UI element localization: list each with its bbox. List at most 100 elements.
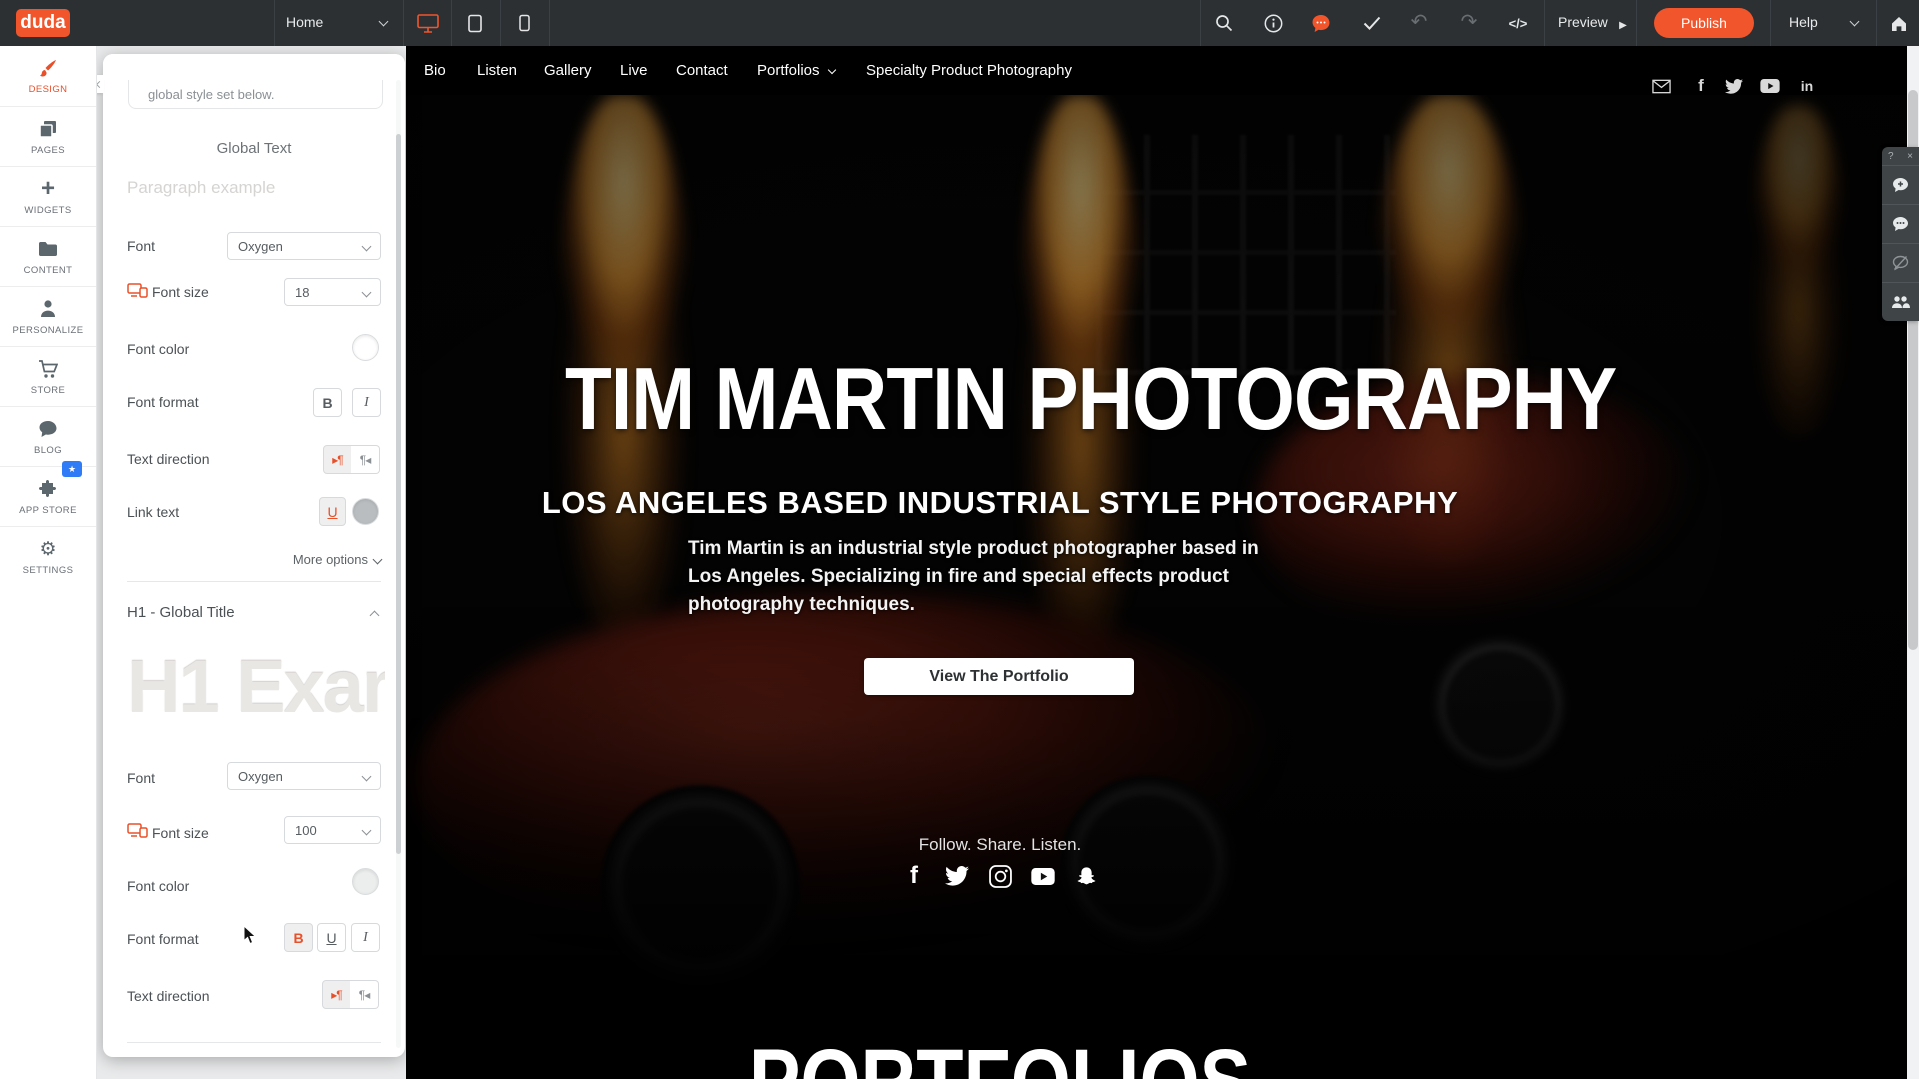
h1-font-select[interactable]: Oxygen [227,762,381,790]
h1-underline-button[interactable]: U [317,923,346,952]
site-nav-specialty[interactable]: Specialty Product Photography [866,62,1072,79]
new-badge: ★ [62,461,82,477]
sidebar-item-pages[interactable]: PAGES [0,106,96,167]
follow-share-listen-text: Follow. Share. Listen. [500,835,1500,855]
duda-editor: Bio Listen Gallery Live Contact Portfoli… [0,0,1919,1079]
editor-sidebar: DESIGN PAGES + WIDGETS CONTENT PERSONALI… [0,46,97,1079]
global-design-panel: global style set below. GLOBAL DESIGN ? … [103,54,405,1057]
sidebar-item-store[interactable]: STORE [0,346,96,407]
youtube-icon[interactable] [1030,863,1056,889]
h1-bold-button[interactable]: B [284,923,313,952]
divider [1770,0,1771,46]
h1-example-preview: H1 Example [127,644,385,729]
panel-header [103,54,405,80]
toolbar-help-icon[interactable]: ? [1888,151,1894,162]
dev-mode-icon[interactable]: </> [1503,13,1533,33]
search-icon[interactable] [1213,13,1235,33]
underline-glyph: U [326,930,336,946]
duda-logo[interactable]: duda [16,9,70,37]
team-button[interactable] [1882,283,1919,321]
snapchat-icon[interactable] [1073,863,1099,889]
chevron-down-icon [362,825,372,835]
hero-subtitle: LOS ANGELES BASED INDUSTRIAL STYLE PHOTO… [500,485,1500,521]
hide-comments-button[interactable] [1882,244,1919,283]
site-nav-bio[interactable]: Bio [424,62,446,79]
rtl-button[interactable]: ¶◂ [351,445,380,474]
italic-glyph: I [363,930,368,946]
h1-italic-button[interactable]: I [351,923,380,952]
mobile-view-icon[interactable] [513,13,535,33]
h1-font-color-swatch[interactable] [352,868,379,895]
redo-icon[interactable]: ↷ [1458,8,1480,34]
sidebar-item-personalize[interactable]: PERSONALIZE [0,286,96,347]
bold-button[interactable]: B [313,388,342,417]
info-icon[interactable] [1262,13,1284,33]
sidebar-item-label: DESIGN [0,84,96,95]
divider [451,0,452,46]
h1-font-size-select[interactable]: 100 [284,816,381,844]
desktop-view-icon[interactable] [417,13,439,33]
divider [127,581,381,582]
font-color-swatch[interactable] [352,334,379,361]
global-text-heading: Global Text [103,140,405,157]
hero-section: TIM MARTIN PHOTOGRAPHY LOS ANGELES BASED… [406,95,1907,1035]
add-comment-button[interactable] [1882,166,1919,205]
pilcrow-ltr-icon: ▸¶ [332,453,342,467]
h1-ltr-button[interactable]: ▸¶ [322,980,351,1009]
sidebar-item-content[interactable]: CONTENT [0,226,96,287]
sidebar-item-blog[interactable]: BLOG [0,406,96,467]
sidebar-item-label: PERSONALIZE [0,325,96,336]
toolbar-close-icon[interactable]: × [1907,151,1913,162]
tablet-view-icon[interactable] [464,13,486,33]
link-underline-button[interactable]: U [319,497,346,526]
page-selector[interactable]: Home [286,14,323,30]
sidebar-item-settings[interactable]: ⚙ SETTINGS [0,526,96,587]
site-nav-portfolios[interactable]: Portfolios [757,62,835,79]
font-select-value: Oxygen [238,239,283,254]
save-check-icon[interactable] [1361,13,1383,33]
play-icon: ▶ [1612,15,1634,35]
h1-rtl-button[interactable]: ¶◂ [350,980,379,1009]
email-icon[interactable] [1650,76,1672,96]
youtube-icon[interactable] [1759,76,1781,96]
chevron-up-icon[interactable] [370,611,380,621]
undo-icon[interactable]: ↶ [1408,8,1430,34]
panel-scrollbar[interactable] [396,80,401,1048]
help-menu[interactable]: Help [1789,14,1818,30]
hero-title: TIM MARTIN PHOTOGRAPHY [565,348,1435,450]
twitter-icon[interactable] [944,863,970,889]
feedback-icon[interactable] [1310,13,1332,33]
font-select[interactable]: Oxygen [227,232,381,260]
publish-button[interactable]: Publish [1654,8,1754,38]
show-comments-button[interactable] [1882,205,1919,244]
facebook-icon[interactable]: f [901,863,927,889]
linkedin-icon[interactable]: in [1796,76,1818,96]
view-portfolio-button[interactable]: View The Portfolio [864,658,1134,695]
italic-button[interactable]: I [352,388,381,417]
font-color-label: Font color [127,878,189,894]
sidebar-item-design[interactable]: DESIGN [0,46,96,106]
sidebar-item-label: STORE [0,385,96,396]
panel-scrollbar-thumb[interactable] [396,134,401,854]
twitter-icon[interactable] [1723,76,1745,96]
facebook-icon[interactable]: f [1690,76,1712,96]
more-options-label: More options [293,552,368,567]
site-nav-contact[interactable]: Contact [676,62,728,79]
ltr-button[interactable]: ▸¶ [323,445,352,474]
site-nav-listen[interactable]: Listen [477,62,517,79]
preview-button[interactable]: Preview [1558,14,1608,30]
sidebar-item-widgets[interactable]: + WIDGETS [0,166,96,227]
sidebar-item-app-store[interactable]: ★ APP STORE [0,466,96,527]
font-size-label: Font size [152,825,209,841]
site-nav-gallery[interactable]: Gallery [544,62,592,79]
instagram-icon[interactable] [987,863,1013,889]
font-format-label: Font format [127,931,199,947]
site-nav-live[interactable]: Live [620,62,648,79]
font-size-select[interactable]: 18 [284,278,381,306]
link-color-swatch[interactable] [352,498,379,525]
dashboard-home-icon[interactable] [1888,13,1910,33]
more-options-link[interactable]: More options [293,552,381,567]
underline-glyph: U [327,504,337,520]
notice-text: global style set below. [148,87,274,102]
star-icon: ★ [68,464,76,475]
